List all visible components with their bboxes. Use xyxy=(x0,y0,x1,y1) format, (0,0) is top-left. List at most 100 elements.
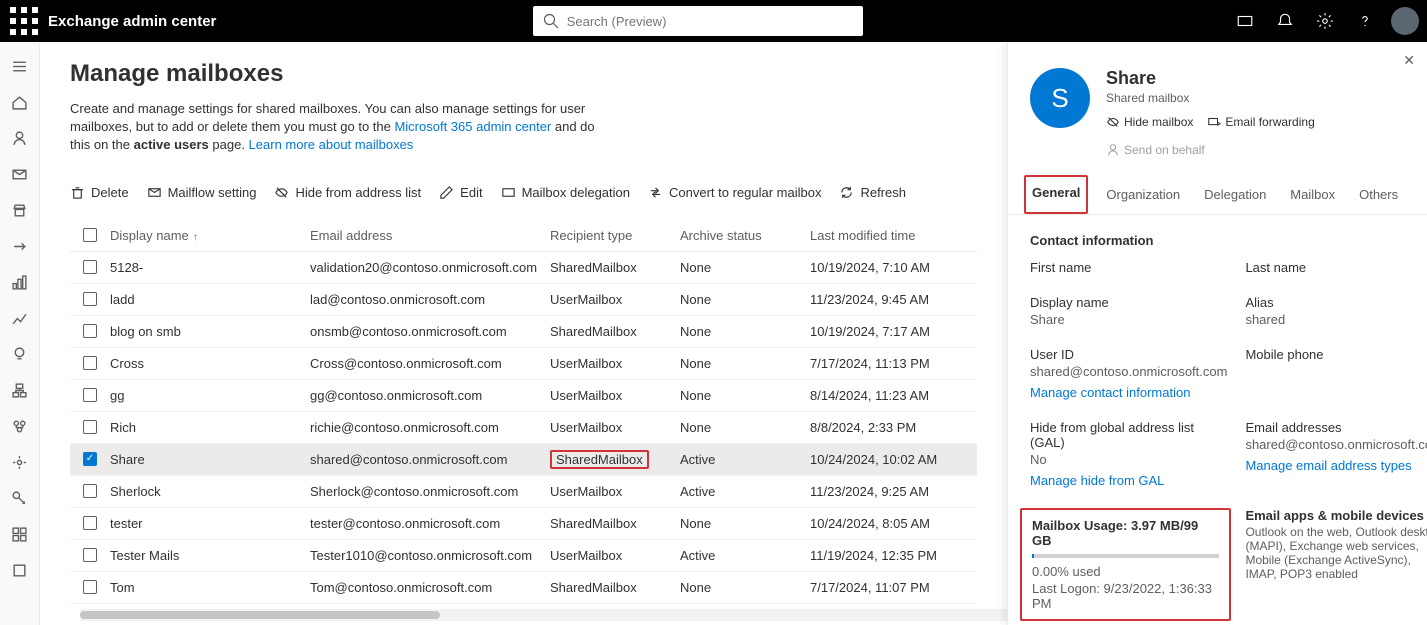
tab-mailbox[interactable]: Mailbox xyxy=(1290,177,1335,214)
settings-rail-icon[interactable] xyxy=(4,446,36,478)
details-panel: ✕ S Share Shared mailbox Hide mailbox Em… xyxy=(1007,42,1427,625)
cell-archive: None xyxy=(680,356,810,371)
edit-button[interactable]: Edit xyxy=(439,185,482,200)
row-checkbox[interactable] xyxy=(83,548,97,562)
col-type[interactable]: Recipient type xyxy=(550,228,680,243)
recipients-icon[interactable] xyxy=(4,122,36,154)
home-icon[interactable] xyxy=(4,86,36,118)
idea-icon[interactable] xyxy=(4,338,36,370)
col-email[interactable]: Email address xyxy=(310,228,550,243)
row-checkbox[interactable] xyxy=(83,356,97,370)
row-checkbox[interactable] xyxy=(83,420,97,434)
col-archive[interactable]: Archive status xyxy=(680,228,810,243)
cell-name: Sherlock xyxy=(110,484,310,499)
tab-delegation[interactable]: Delegation xyxy=(1204,177,1266,214)
table-row[interactable]: gg gg@contoso.onmicrosoft.com UserMailbo… xyxy=(70,380,977,412)
row-checkbox[interactable] xyxy=(83,580,97,594)
app-icon[interactable] xyxy=(4,554,36,586)
table-row[interactable]: tester tester@contoso.onmicrosoft.com Sh… xyxy=(70,508,977,540)
cell-modified: 11/23/2024, 9:45 AM xyxy=(810,292,990,307)
cell-archive: None xyxy=(680,516,810,531)
cell-name: tester xyxy=(110,516,310,531)
tab-general[interactable]: General xyxy=(1024,175,1088,214)
row-checkbox[interactable] xyxy=(83,452,97,466)
notifications-icon[interactable] xyxy=(1267,3,1303,39)
hide-gal-button[interactable]: Hide from address list xyxy=(274,185,421,200)
cell-type: SharedMailbox xyxy=(550,580,680,595)
insights-icon[interactable] xyxy=(4,302,36,334)
learn-more-link[interactable]: Learn more about mailboxes xyxy=(249,137,414,152)
row-checkbox[interactable] xyxy=(83,516,97,530)
tab-others[interactable]: Others xyxy=(1359,177,1398,214)
hide-mailbox-action[interactable]: Hide mailbox xyxy=(1106,115,1193,129)
cell-name: Share xyxy=(110,452,310,467)
user-avatar[interactable] xyxy=(1391,7,1419,35)
manage-email-link[interactable]: Manage email address types xyxy=(1245,458,1427,473)
mail-icon[interactable] xyxy=(4,158,36,190)
cell-archive: Active xyxy=(680,548,810,563)
menu-icon[interactable] xyxy=(4,50,36,82)
mailflow-button[interactable]: Mailflow setting xyxy=(147,185,257,200)
table-row[interactable]: 5128- validation20@contoso.onmicrosoft.c… xyxy=(70,252,977,284)
horizontal-scrollbar[interactable] xyxy=(80,609,1007,621)
app-title: Exchange admin center xyxy=(48,13,216,30)
row-checkbox[interactable] xyxy=(83,484,97,498)
help-icon[interactable] xyxy=(1347,3,1383,39)
hide-gal-value: No xyxy=(1030,452,1227,467)
cell-modified: 11/23/2024, 9:25 AM xyxy=(810,484,990,499)
col-display-name[interactable]: Display name↑ xyxy=(110,228,310,243)
alias-value: shared xyxy=(1245,312,1427,327)
table-row[interactable]: Tester Mails Tester1010@contoso.onmicros… xyxy=(70,540,977,572)
roles-icon[interactable] xyxy=(4,194,36,226)
connector-icon[interactable] xyxy=(1227,3,1263,39)
table-row[interactable]: Cross Cross@contoso.onmicrosoft.com User… xyxy=(70,348,977,380)
first-name-label: First name xyxy=(1030,260,1227,275)
cell-type: UserMailbox xyxy=(550,420,680,435)
key-icon[interactable] xyxy=(4,482,36,514)
col-modified[interactable]: Last modified time xyxy=(810,228,990,243)
cell-type: SharedMailbox xyxy=(550,450,680,469)
table-row[interactable]: ladd lad@contoso.onmicrosoft.com UserMai… xyxy=(70,284,977,316)
delete-button[interactable]: Delete xyxy=(70,185,129,200)
cell-modified: 10/19/2024, 7:17 AM xyxy=(810,324,990,339)
org-icon[interactable] xyxy=(4,374,36,406)
row-checkbox[interactable] xyxy=(83,292,97,306)
cell-email: Sherlock@contoso.onmicrosoft.com xyxy=(310,484,550,499)
last-name-label: Last name xyxy=(1245,260,1427,275)
apps-value: Outlook on the web, Outlook desktop (MAP… xyxy=(1245,525,1427,581)
tab-organization[interactable]: Organization xyxy=(1106,177,1180,214)
refresh-button[interactable]: Refresh xyxy=(839,185,906,200)
table-row[interactable]: Sherlock Sherlock@contoso.onmicrosoft.co… xyxy=(70,476,977,508)
delegation-button[interactable]: Mailbox delegation xyxy=(501,185,630,200)
settings-icon[interactable] xyxy=(1307,3,1343,39)
close-panel-button[interactable]: ✕ xyxy=(1403,52,1415,69)
display-name-label: Display name xyxy=(1030,295,1227,310)
reports-icon[interactable] xyxy=(4,266,36,298)
user-id-label: User ID xyxy=(1030,347,1227,362)
app-launcher-icon[interactable] xyxy=(8,5,40,37)
grid-icon[interactable] xyxy=(4,518,36,550)
m365-link[interactable]: Microsoft 365 admin center xyxy=(394,119,551,134)
public-folders-icon[interactable] xyxy=(4,410,36,442)
table-row[interactable]: blog on smb onsmb@contoso.onmicrosoft.co… xyxy=(70,316,977,348)
manage-contact-link[interactable]: Manage contact information xyxy=(1030,385,1227,400)
table-row[interactable]: Tom Tom@contoso.onmicrosoft.com SharedMa… xyxy=(70,572,977,604)
email-forward-action[interactable]: Email forwarding xyxy=(1207,115,1314,129)
usage-pct: 0.00% used xyxy=(1032,564,1219,579)
migration-icon[interactable] xyxy=(4,230,36,262)
select-all-checkbox[interactable] xyxy=(83,228,97,242)
user-id-value: shared@contoso.onmicrosoft.com xyxy=(1030,364,1227,379)
table-row[interactable]: Rich richie@contoso.onmicrosoft.com User… xyxy=(70,412,977,444)
cell-type: UserMailbox xyxy=(550,484,680,499)
manage-gal-link[interactable]: Manage hide from GAL xyxy=(1030,473,1227,488)
row-checkbox[interactable] xyxy=(83,388,97,402)
table-row[interactable]: Share shared@contoso.onmicrosoft.com Sha… xyxy=(70,444,977,476)
cell-type: UserMailbox xyxy=(550,356,680,371)
display-name-value: Share xyxy=(1030,312,1227,327)
row-checkbox[interactable] xyxy=(83,324,97,338)
cell-email: richie@contoso.onmicrosoft.com xyxy=(310,420,550,435)
row-checkbox[interactable] xyxy=(83,260,97,274)
convert-button[interactable]: Convert to regular mailbox xyxy=(648,185,821,200)
cell-type: SharedMailbox xyxy=(550,516,680,531)
search-input[interactable] xyxy=(533,6,863,36)
